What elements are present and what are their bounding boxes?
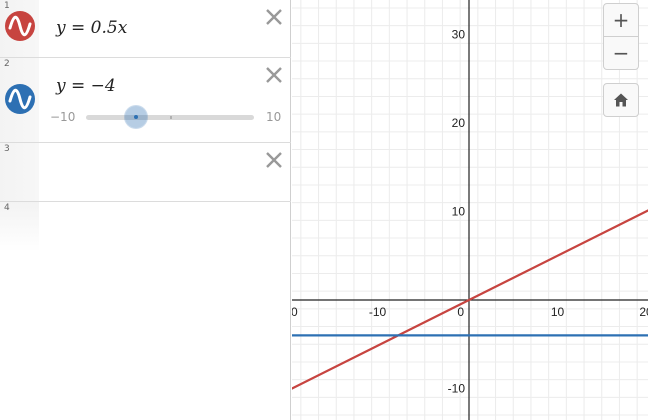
row-number: 2 <box>4 59 10 69</box>
y-tick-label: 20 <box>452 116 466 130</box>
graph-paper[interactable]: -20 -10 0 10 20 30 20 10 -10 <box>292 0 648 420</box>
x-tick-label: -10 <box>369 305 387 319</box>
expression-input-1[interactable]: y = 0.5x <box>56 18 127 38</box>
expression-row-3[interactable]: 3 <box>0 143 291 202</box>
y-tick-label: -10 <box>448 382 466 396</box>
x-tick-label: 20 <box>639 305 648 319</box>
x-tick-label: -20 <box>292 305 298 319</box>
red-wave-icon[interactable] <box>5 11 35 41</box>
expression-row-4[interactable]: 4 <box>0 202 291 252</box>
delete-expression-icon[interactable] <box>265 8 283 26</box>
row-number: 3 <box>4 144 10 154</box>
zoom-out-label: − <box>612 41 630 65</box>
graph-canvas[interactable]: -20 -10 0 10 20 30 20 10 -10 <box>292 0 648 420</box>
zoom-in-label: + <box>612 8 630 32</box>
row-number: 4 <box>4 203 10 213</box>
y-tick-label: 10 <box>452 205 466 219</box>
delete-expression-icon[interactable] <box>265 151 283 169</box>
row-number: 1 <box>4 1 10 11</box>
x-tick-label: 10 <box>551 305 565 319</box>
home-icon <box>614 93 628 107</box>
expression-row-2[interactable]: 2 y = −4 −10 10 <box>0 58 291 143</box>
slider-min-label[interactable]: −10 <box>50 110 75 124</box>
slider-handle[interactable] <box>125 106 148 128</box>
slider-track[interactable] <box>86 106 254 128</box>
expression-row-1[interactable]: 1 y = 0.5x <box>0 0 291 58</box>
slider-midpoint-tick <box>170 116 172 119</box>
expression-list: 1 y = 0.5x 2 y = −4 −10 10 3 4 <box>0 0 291 420</box>
y-tick-label: 30 <box>452 28 466 42</box>
zoom-out-button[interactable]: − <box>603 36 639 70</box>
expression-input-2[interactable]: y = −4 <box>56 76 116 96</box>
home-button[interactable] <box>603 83 639 117</box>
zoom-in-button[interactable]: + <box>603 3 639 37</box>
slider-max-label[interactable]: 10 <box>266 110 281 124</box>
x-tick-label: 0 <box>457 305 464 319</box>
blue-wave-icon[interactable] <box>5 84 35 114</box>
delete-expression-icon[interactable] <box>265 66 283 84</box>
